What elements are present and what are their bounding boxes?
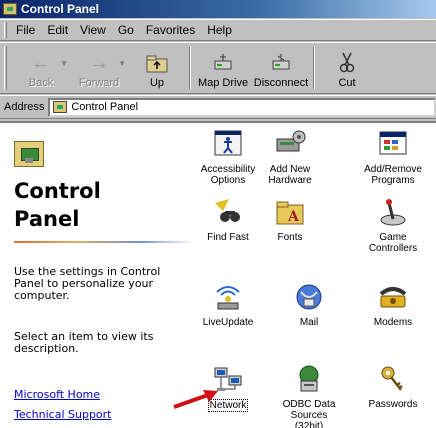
menu-edit[interactable]: Edit bbox=[47, 23, 68, 37]
pane-title-line2: Panel bbox=[14, 207, 80, 231]
disconnect-label: Disconnect bbox=[253, 77, 309, 89]
forward-button[interactable]: → Forward ▼ bbox=[70, 43, 128, 93]
pane-instruction: Select an item to view its description. bbox=[14, 330, 154, 355]
content-area: Control Panel Use the settings in Contro… bbox=[0, 121, 436, 428]
up-label: Up bbox=[149, 77, 165, 89]
menu-go[interactable]: Go bbox=[118, 23, 134, 37]
fonts-folder-icon: A bbox=[272, 195, 308, 229]
icon-modems[interactable]: Modems bbox=[360, 280, 426, 328]
control-panel-icon bbox=[53, 101, 68, 113]
icon-label: Fonts bbox=[277, 232, 303, 243]
add-hardware-icon bbox=[272, 127, 308, 161]
toolbar-separator bbox=[313, 47, 315, 89]
address-value: Control Panel bbox=[71, 101, 139, 113]
modem-telephone-icon bbox=[375, 280, 411, 314]
pane-description: Use the settings in Control Panel to per… bbox=[14, 265, 161, 302]
icon-label: Mail bbox=[299, 317, 319, 328]
microsoft-home-link[interactable]: Microsoft Home bbox=[14, 388, 100, 401]
menu-view[interactable]: View bbox=[80, 23, 106, 37]
back-button[interactable]: ← Back ▼ bbox=[12, 43, 70, 93]
liveupdate-icon bbox=[210, 280, 246, 314]
disconnect-drive-icon bbox=[268, 52, 294, 74]
scissors-icon bbox=[334, 52, 360, 74]
icon-label: ODBC Data Sources (32bit) bbox=[282, 399, 336, 428]
address-field[interactable]: Control Panel bbox=[48, 97, 436, 117]
accessibility-icon bbox=[210, 127, 246, 161]
map-drive-label: Map Drive bbox=[197, 77, 249, 89]
icon-label: Passwords bbox=[368, 399, 418, 410]
cut-label: Cut bbox=[338, 77, 356, 89]
menu-bar: File Edit View Go Favorites Help bbox=[0, 19, 436, 41]
icon-label: Accessibility Options bbox=[200, 164, 256, 186]
icon-add-remove-programs[interactable]: Add/Remove Programs bbox=[360, 127, 426, 186]
icon-odbc-data-sources[interactable]: ODBC Data Sources (32bit) bbox=[276, 362, 342, 428]
address-bar: Address Control Panel bbox=[0, 95, 436, 119]
pane-title-line1: Control bbox=[14, 179, 101, 203]
icon-label: Game Controllers bbox=[368, 232, 418, 254]
icon-mail[interactable]: Mail bbox=[276, 280, 342, 328]
title-divider bbox=[14, 241, 194, 243]
icon-passwords[interactable]: Passwords bbox=[360, 362, 426, 410]
cut-button[interactable]: Cut bbox=[318, 43, 376, 93]
menu-grip[interactable] bbox=[4, 22, 7, 38]
back-dropdown-icon[interactable]: ▼ bbox=[60, 59, 68, 68]
forward-arrow-icon: → bbox=[89, 51, 109, 74]
icon-label: Find Fast bbox=[207, 232, 249, 243]
pane-title: Control Panel bbox=[14, 177, 101, 233]
toolbar-grip[interactable] bbox=[4, 46, 7, 90]
back-arrow-icon: ← bbox=[31, 51, 51, 74]
technical-support-link[interactable]: Technical Support bbox=[14, 408, 112, 421]
address-label: Address bbox=[4, 101, 45, 113]
map-drive-button[interactable]: Map Drive bbox=[194, 43, 252, 93]
up-button[interactable]: Up bbox=[128, 43, 186, 93]
icon-label: Add/Remove Programs bbox=[364, 164, 422, 186]
icon-game-controllers[interactable]: Game Controllers bbox=[360, 195, 426, 254]
menu-file[interactable]: File bbox=[16, 23, 35, 37]
mail-icon bbox=[291, 280, 327, 314]
window-title: Control Panel bbox=[21, 2, 100, 16]
back-label: Back bbox=[28, 77, 54, 89]
icon-label: Add New Hardware bbox=[268, 164, 312, 186]
add-remove-programs-icon bbox=[375, 127, 411, 161]
keys-icon bbox=[375, 362, 411, 396]
control-panel-icon bbox=[3, 3, 17, 15]
menu-help[interactable]: Help bbox=[207, 23, 232, 37]
web-view-pane: Control Panel Use the settings in Contro… bbox=[0, 123, 200, 428]
icon-label: Modems bbox=[373, 317, 413, 328]
icon-add-new-hardware[interactable]: Add New Hardware bbox=[257, 127, 323, 186]
up-folder-icon bbox=[144, 52, 170, 74]
menu-favorites[interactable]: Favorites bbox=[146, 23, 195, 37]
control-panel-large-icon bbox=[14, 141, 44, 167]
icon-liveupdate[interactable]: LiveUpdate bbox=[195, 280, 261, 328]
forward-label: Forward bbox=[78, 77, 120, 89]
toolbar: ← Back ▼ → Forward ▼ Up Map Drive Discon… bbox=[0, 42, 436, 94]
find-fast-icon bbox=[210, 195, 246, 229]
icon-find-fast[interactable]: Find Fast bbox=[195, 195, 261, 243]
map-drive-icon bbox=[210, 52, 236, 74]
icon-fonts[interactable]: A Fonts bbox=[257, 195, 323, 243]
toolbar-separator bbox=[189, 47, 191, 89]
forward-dropdown-icon[interactable]: ▼ bbox=[118, 59, 126, 68]
disconnect-button[interactable]: Disconnect bbox=[252, 43, 310, 93]
icon-label: LiveUpdate bbox=[202, 317, 254, 328]
title-bar: Control Panel bbox=[0, 0, 436, 18]
odbc-icon bbox=[291, 362, 327, 396]
icon-accessibility-options[interactable]: Accessibility Options bbox=[195, 127, 261, 186]
annotation-arrow bbox=[173, 390, 218, 409]
svg-text:A: A bbox=[287, 209, 300, 225]
joystick-icon bbox=[375, 195, 411, 229]
